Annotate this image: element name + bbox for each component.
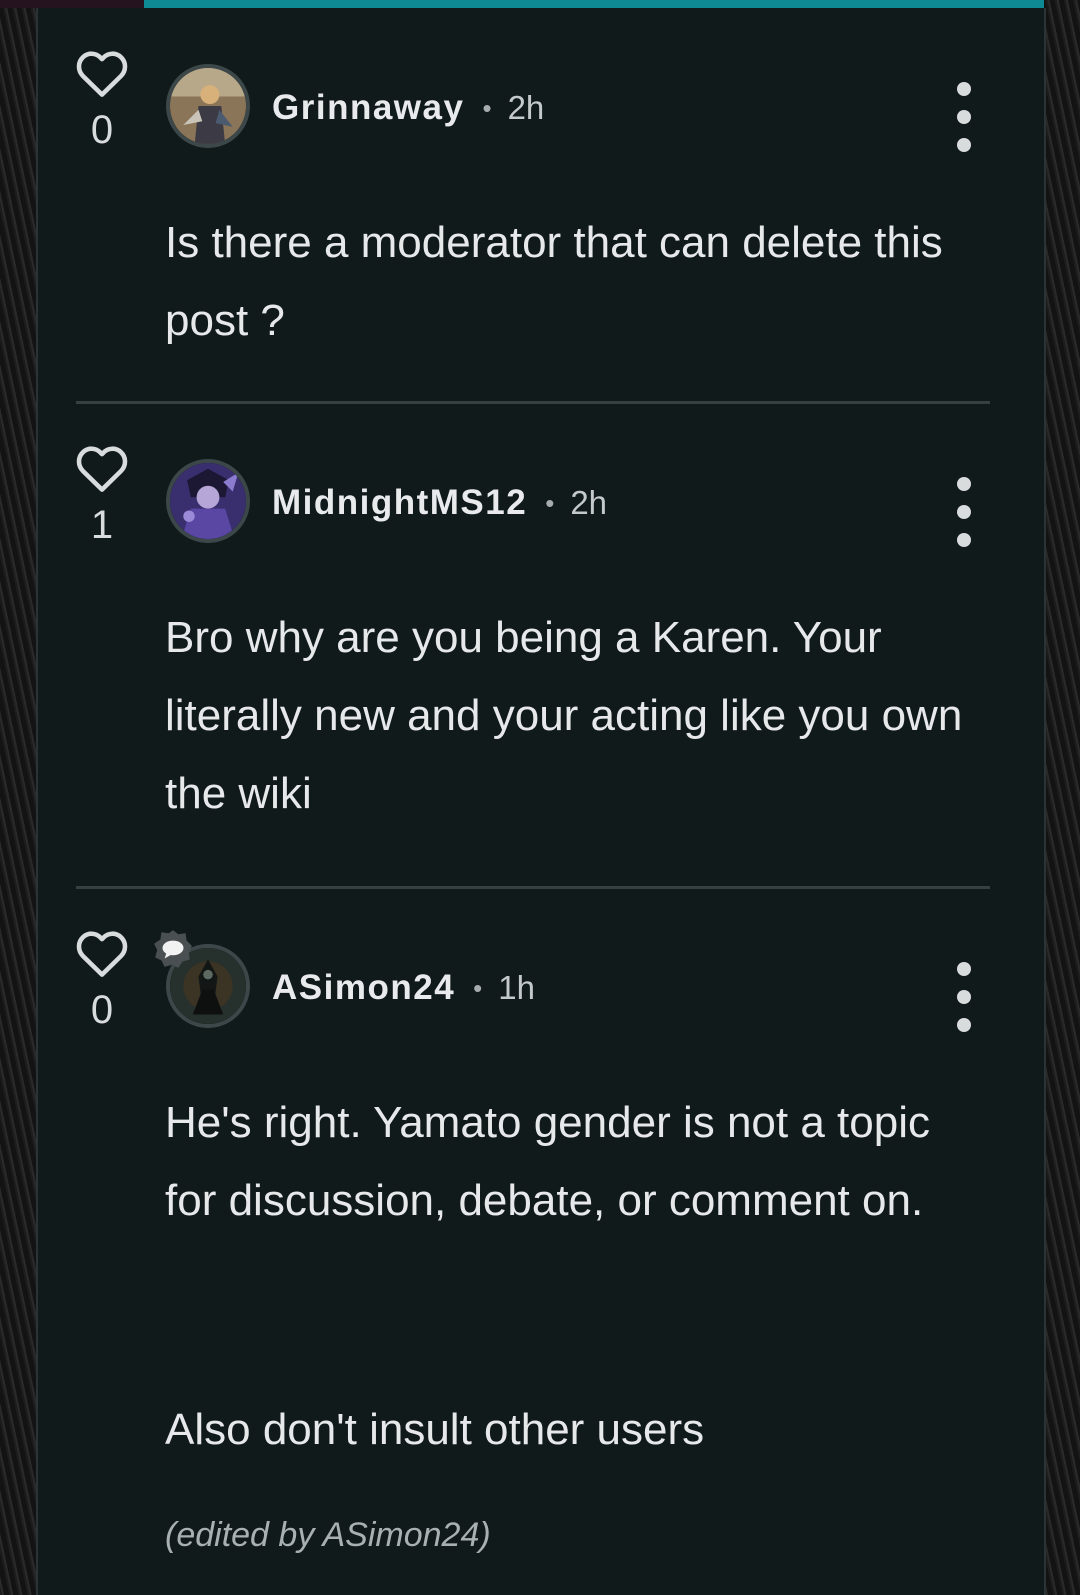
top-bar-dark bbox=[0, 0, 144, 8]
avatar[interactable] bbox=[166, 459, 250, 543]
like-control: 0 bbox=[74, 48, 130, 152]
background-right bbox=[1044, 0, 1080, 1595]
like-count: 0 bbox=[90, 108, 114, 152]
divider bbox=[76, 401, 990, 404]
separator-dot: • bbox=[545, 487, 555, 518]
heart-outline-icon[interactable] bbox=[74, 443, 130, 493]
comment-meta: MidnightMS12 • 2h bbox=[272, 481, 607, 525]
kebab-menu-icon[interactable] bbox=[944, 82, 984, 152]
like-count: 1 bbox=[90, 503, 114, 547]
timestamp: 2h bbox=[507, 89, 545, 126]
username-link[interactable]: Grinnaway bbox=[272, 88, 464, 128]
comment-meta: Grinnaway • 2h bbox=[272, 86, 544, 130]
kebab-menu-icon[interactable] bbox=[944, 477, 984, 547]
background-left bbox=[0, 0, 36, 1595]
username-link[interactable]: MidnightMS12 bbox=[272, 483, 527, 523]
heart-outline-icon[interactable] bbox=[74, 48, 130, 98]
moderator-badge-icon bbox=[154, 930, 192, 968]
comment-text-paragraph-2: Also don't insult other users bbox=[165, 1405, 705, 1454]
edited-note: (edited by ASimon24) bbox=[165, 1516, 491, 1554]
like-control: 0 bbox=[74, 928, 130, 1032]
comments-panel: 0 Grinnaway • 2h Is there a moderator th… bbox=[36, 8, 1046, 1595]
comment-text: Is there a moderator that can delete thi… bbox=[165, 218, 943, 345]
divider bbox=[76, 886, 990, 889]
comment-meta: ASimon24 • 1h bbox=[272, 966, 535, 1010]
timestamp: 1h bbox=[498, 969, 535, 1006]
like-control: 1 bbox=[74, 443, 130, 547]
kebab-menu-icon[interactable] bbox=[944, 962, 984, 1032]
like-count: 0 bbox=[90, 988, 114, 1032]
comment-text: He's right. Yamato gender is not a topic… bbox=[165, 1098, 930, 1225]
heart-outline-icon[interactable] bbox=[74, 928, 130, 978]
comment-text: Bro why are you being a Karen. Your lite… bbox=[165, 613, 963, 818]
username-link[interactable]: ASimon24 bbox=[272, 968, 455, 1008]
avatar[interactable] bbox=[166, 64, 250, 148]
top-accent-bar bbox=[144, 0, 1044, 8]
separator-dot: • bbox=[473, 972, 483, 1003]
page: 0 Grinnaway • 2h Is there a moderator th… bbox=[0, 0, 1080, 1595]
separator-dot: • bbox=[482, 92, 492, 123]
timestamp: 2h bbox=[570, 484, 608, 521]
